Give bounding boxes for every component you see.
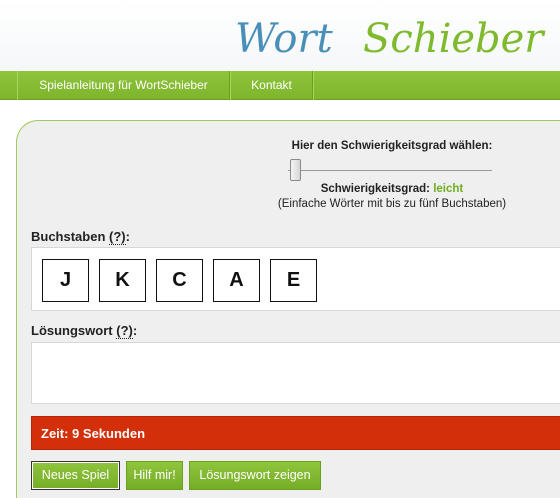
nav-divider [313, 71, 314, 100]
logo-part-wort: Wort [235, 16, 334, 62]
letter-tile[interactable]: C [156, 259, 203, 302]
show-solution-button[interactable]: Lösungswort zeigen [189, 461, 321, 490]
difficulty-status-label: Schwierigkeitsgrad: [320, 183, 431, 195]
logo-part-schieber: Schieber [363, 16, 546, 62]
site-header: Wort Schieber [0, 0, 560, 71]
letter-tile[interactable]: E [270, 259, 317, 302]
nav-link-instructions[interactable]: Spielanleitung für WortSchieber [17, 71, 230, 100]
difficulty-slider-handle[interactable] [290, 159, 301, 181]
letters-help-link[interactable]: (?) [109, 229, 126, 245]
difficulty-note: (Einfache Wörter mit bis zu fünf Buchsta… [277, 198, 507, 210]
solution-dropzone[interactable] [31, 342, 560, 404]
logo-wordmark: Wort Schieber [235, 16, 546, 62]
letter-tile[interactable]: A [213, 259, 260, 302]
difficulty-status: Schwierigkeitsgrad: leicht [268, 183, 516, 195]
letters-box[interactable]: J K C A E [31, 247, 560, 311]
solution-label-colon: : [132, 323, 138, 338]
help-me-button[interactable]: Hilf mir! [126, 461, 183, 490]
letters-label-colon: : [125, 229, 130, 244]
solution-help-link[interactable]: (?) [116, 323, 133, 339]
letter-tile[interactable]: K [99, 259, 146, 302]
new-game-button[interactable]: Neues Spiel [31, 461, 120, 490]
letters-label-text: Buchstaben [31, 229, 106, 244]
solution-label: Lösungswort (?): [31, 323, 138, 339]
main-nav: Spielanleitung für WortSchieber Kontakt [0, 71, 560, 100]
difficulty-heading: Hier den Schwierigkeitsgrad wählen: [291, 140, 493, 152]
letter-tile[interactable]: J [42, 259, 89, 302]
site-logo[interactable]: Wort Schieber [235, 14, 555, 62]
difficulty-status-value: leicht [433, 183, 464, 195]
letters-label: Buchstaben (?): [31, 229, 130, 245]
solution-label-text: Lösungswort [31, 323, 113, 338]
nav-link-contact[interactable]: Kontakt [230, 71, 313, 100]
difficulty-slider-track[interactable] [288, 170, 492, 171]
timer-bar: Zeit: 9 Sekunden [31, 416, 560, 450]
